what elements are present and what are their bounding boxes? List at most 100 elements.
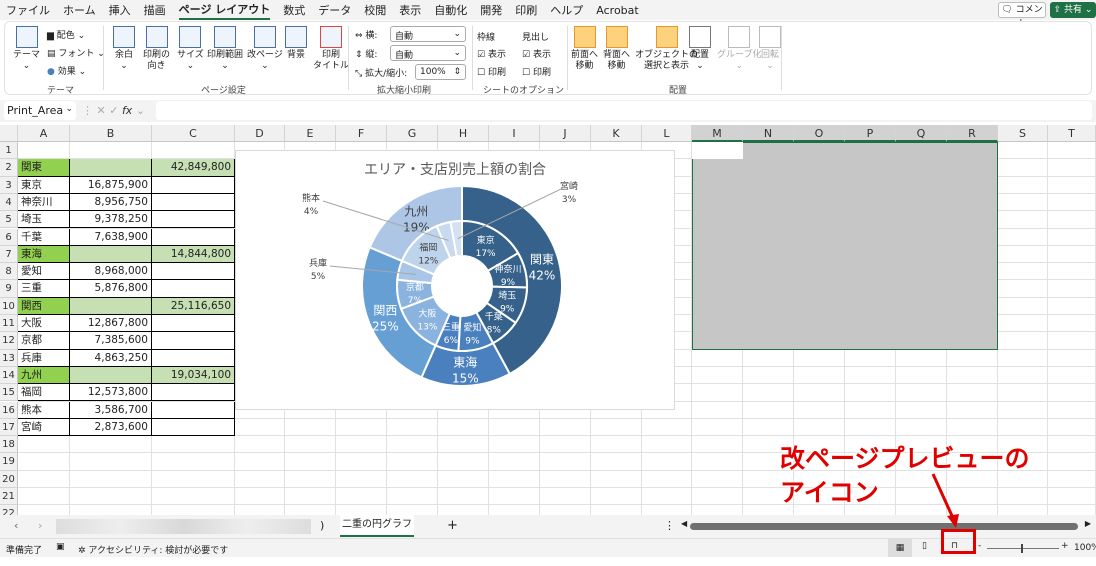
cell-area-sales[interactable] [152, 315, 235, 333]
column-header[interactable]: T [1048, 125, 1096, 142]
fonts-button[interactable]: ▤ フォント ⌄ [47, 46, 105, 59]
column-header[interactable]: C [152, 125, 235, 142]
add-sheet-button[interactable]: + [447, 518, 458, 533]
cell-branch-sales[interactable]: 7,385,600 [70, 332, 152, 350]
send-backward-button[interactable]: 背面へ 移動 [603, 26, 630, 72]
row-header[interactable]: 8 [0, 263, 18, 281]
row-header[interactable]: 2 [0, 159, 18, 177]
cell-area-sales[interactable]: 42,849,800 [152, 159, 235, 177]
name-box[interactable]: Print_Area ⌄ [4, 101, 76, 120]
tab-active-sheet[interactable]: 二重の円グラフ [340, 515, 414, 537]
accessibility-status[interactable]: ✲ アクセシビリティ: 検討が必要です [78, 543, 228, 556]
gridlines-print-checkbox[interactable]: ☐ 印刷 [477, 65, 506, 78]
column-header[interactable]: G [387, 125, 438, 142]
cell-branch-sales[interactable]: 2,873,600 [70, 418, 152, 437]
cell-branch-sales[interactable] [70, 366, 152, 385]
cell-name[interactable]: 九州 [18, 366, 70, 385]
cell-branch-sales[interactable]: 4,863,250 [70, 349, 152, 367]
orientation-button[interactable]: 印刷の 向き [143, 26, 170, 72]
breaks-button[interactable]: 改ページ ⌄ [247, 26, 283, 72]
column-header[interactable]: B [70, 125, 152, 142]
background-button[interactable]: 背景 [285, 26, 307, 61]
column-header[interactable]: E [285, 125, 336, 142]
cell-area-sales[interactable] [152, 228, 235, 246]
print-area-button[interactable]: 印刷範囲 ⌄ [207, 26, 243, 72]
cell-name[interactable]: 東海 [18, 245, 70, 264]
row-header[interactable]: 11 [0, 315, 18, 333]
cell-name[interactable]: 熊本 [18, 401, 70, 419]
margins-button[interactable]: 余白 ⌄ [113, 26, 135, 72]
column-header[interactable]: L [642, 125, 692, 142]
column-header[interactable]: S [998, 125, 1048, 142]
active-cell[interactable] [692, 142, 743, 159]
column-header[interactable]: H [438, 125, 489, 142]
cell-name[interactable]: 兵庫 [18, 349, 70, 367]
row-header[interactable]: 9 [0, 280, 18, 298]
column-header[interactable]: D [235, 125, 285, 142]
column-header[interactable]: A [18, 125, 70, 142]
group-button[interactable]: グループ化 ⌄ [717, 26, 761, 72]
page-layout-view-icon[interactable]: ▯ [922, 541, 927, 551]
row-header[interactable]: 21 [0, 488, 18, 506]
cell-area-sales[interactable]: 14,844,800 [152, 245, 235, 264]
rotate-button[interactable]: 回転 ⌄ [759, 26, 781, 72]
menu-tab[interactable]: ヘルプ [550, 2, 583, 18]
cell-name[interactable]: 東京 [18, 176, 70, 194]
select-all-button[interactable] [0, 125, 18, 142]
menu-tab[interactable]: 挿入 [109, 2, 131, 18]
cell-branch-sales[interactable]: 8,968,000 [70, 263, 152, 281]
effects-button[interactable]: ● 効果 ⌄ [47, 64, 86, 77]
cell-area-sales[interactable] [152, 349, 235, 367]
cell-name[interactable]: 千葉 [18, 228, 70, 246]
cell-area-sales[interactable] [152, 401, 235, 419]
doughnut-chart[interactable]: エリア・支店別売上額の割合 関東 42% 東海 15% 関西 25% 九州 19% 東京 17% 神… [235, 150, 675, 410]
cell-branch-sales[interactable] [70, 297, 152, 315]
zoom-in-button[interactable]: + [1061, 541, 1069, 551]
column-header[interactable]: R [947, 125, 998, 142]
cell-area-sales[interactable] [152, 418, 235, 437]
cell-branch-sales[interactable]: 16,875,900 [70, 176, 152, 194]
row-header[interactable]: 19 [0, 453, 18, 471]
row-header[interactable]: 16 [0, 401, 18, 419]
menu-tab[interactable]: 数式 [283, 2, 305, 18]
menu-tab[interactable]: 印刷 [515, 2, 537, 18]
cell-area-sales[interactable] [152, 332, 235, 350]
menu-tab[interactable]: データ [318, 2, 351, 18]
menu-tab[interactable]: 開発 [480, 2, 502, 18]
row-header[interactable]: 1 [0, 142, 18, 160]
row-header[interactable]: 4 [0, 193, 18, 212]
row-header[interactable]: 3 [0, 176, 18, 194]
cell-branch-sales[interactable] [70, 159, 152, 177]
cell-name[interactable]: 関東 [18, 159, 70, 177]
column-header[interactable]: K [591, 125, 642, 142]
width-select[interactable]: 自動 ⌄ [390, 26, 466, 42]
comment-button[interactable]: 🗨 コメント [998, 2, 1046, 29]
tab-splitter[interactable]: ⋮ [664, 519, 675, 532]
next-sheet-button[interactable]: › [38, 519, 42, 532]
cell-name[interactable]: 大阪 [18, 315, 70, 333]
menu-tab[interactable]: ファイル [6, 2, 50, 18]
menu-tab[interactable]: ホーム [63, 2, 96, 18]
cell-branch-sales[interactable]: 8,956,750 [70, 193, 152, 212]
column-header[interactable]: P [845, 125, 896, 142]
column-header[interactable]: J [540, 125, 591, 142]
cell-branch-sales[interactable]: 7,638,900 [70, 228, 152, 246]
cell-area-sales[interactable] [152, 280, 235, 298]
themes-button[interactable]: テーマ ⌄ [13, 26, 40, 72]
cell-branch-sales[interactable]: 5,876,800 [70, 280, 152, 298]
cell-name[interactable]: 神奈川 [18, 193, 70, 212]
column-header[interactable]: M [692, 125, 743, 142]
cell-name[interactable]: 京都 [18, 332, 70, 350]
gridlines-view-checkbox[interactable]: ☑ 表示 [477, 47, 506, 60]
menu-tab[interactable]: Acrobat [596, 4, 638, 17]
column-header[interactable]: N [743, 125, 794, 142]
zoom-out-button[interactable]: - [978, 541, 981, 551]
menu-tab[interactable]: ページ レイアウト [178, 1, 271, 20]
insert-function-button[interactable]: fx [122, 104, 132, 117]
menu-tab[interactable]: 校閲 [364, 2, 386, 18]
cell-area-sales[interactable] [152, 211, 235, 229]
cell-name[interactable]: 福岡 [18, 384, 70, 402]
cell-name[interactable]: 愛知 [18, 263, 70, 281]
cell-branch-sales[interactable]: 12,867,800 [70, 315, 152, 333]
column-header[interactable]: I [489, 125, 540, 142]
